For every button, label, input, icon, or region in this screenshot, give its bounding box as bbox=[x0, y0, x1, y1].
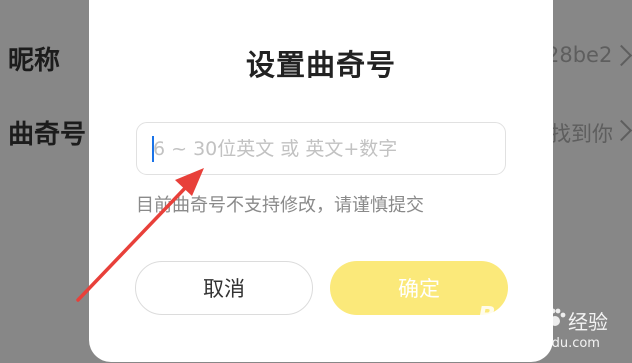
baidu-jingyan-watermark: Bai 经验 jingyan.baidu.com bbox=[478, 303, 628, 359]
paw-icon bbox=[545, 308, 566, 326]
watermark-brand: Bai bbox=[478, 303, 519, 329]
watermark-url: jingyan.baidu.com bbox=[480, 336, 600, 351]
watermark-brand-suffix: 经验 bbox=[568, 310, 608, 334]
